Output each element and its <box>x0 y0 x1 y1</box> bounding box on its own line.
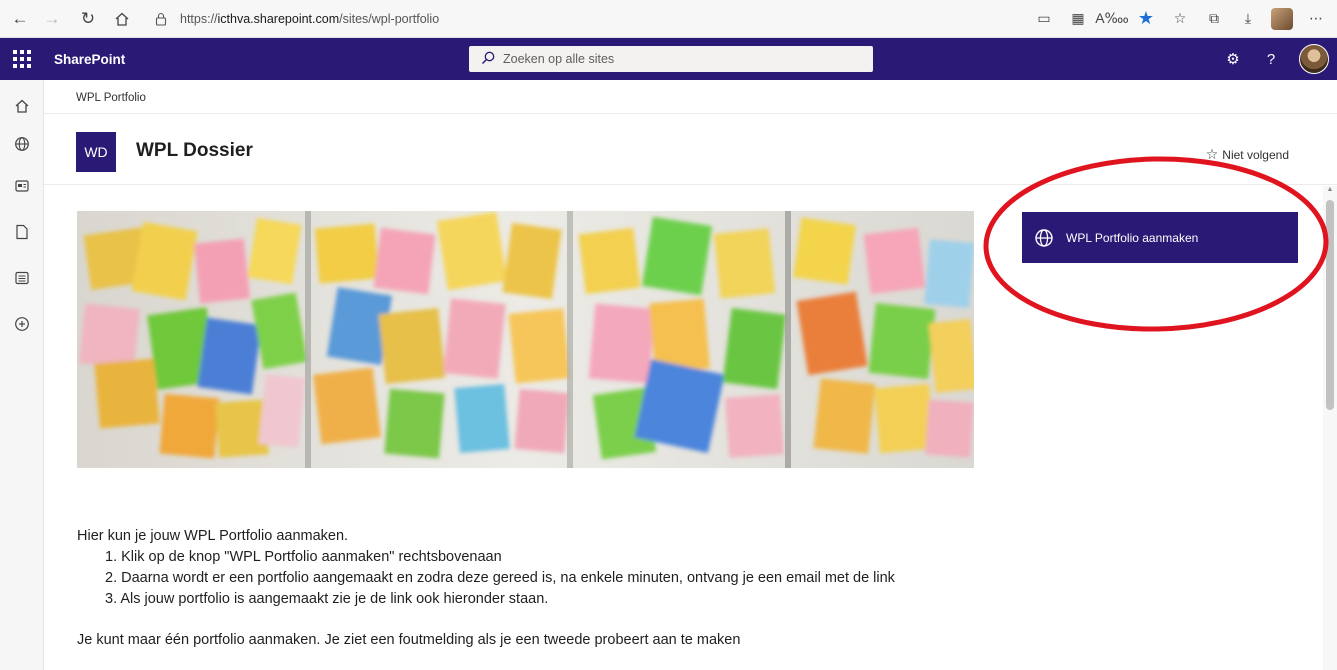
lists-icon[interactable] <box>0 262 44 294</box>
forward-arrow-icon[interactable]: → <box>38 5 66 33</box>
news-icon[interactable] <box>0 170 44 202</box>
lock-icon[interactable] <box>150 8 172 30</box>
hero-image <box>77 211 974 468</box>
steps-list: 1. Klik op de knop "WPL Portfolio aanmak… <box>77 547 1017 610</box>
url-host: icthva.sharepoint.com <box>217 11 340 26</box>
note-text: Je kunt maar één portfolio aanmaken. Je … <box>77 632 741 648</box>
screen-cast-icon[interactable]: ▭ <box>1033 5 1055 33</box>
user-avatar[interactable] <box>1299 44 1329 74</box>
url-text[interactable]: https://icthva.sharepoint.com/sites/wpl-… <box>180 12 439 26</box>
read-aloud-icon[interactable]: A‱ <box>1095 5 1129 33</box>
instructions-text: Hier kun je jouw WPL Portfolio aanmaken.… <box>77 526 1017 651</box>
globe-icon <box>1035 228 1053 247</box>
collections-icon[interactable]: ⧉ <box>1203 5 1225 33</box>
page-title[interactable]: WPL Dossier <box>136 140 253 162</box>
favorite-star-icon[interactable]: ★ <box>1135 5 1157 33</box>
search-icon <box>481 51 495 68</box>
divider <box>44 113 1337 114</box>
search-input[interactable] <box>503 52 843 66</box>
create-plus-icon[interactable] <box>0 308 44 340</box>
list-item: 3. Als jouw portfolio is aangemaakt zie … <box>105 591 549 607</box>
help-icon[interactable]: ? <box>1261 51 1281 68</box>
browser-profile-icon[interactable] <box>1271 7 1293 30</box>
site-search-box[interactable] <box>469 46 873 72</box>
create-portfolio-label: WPL Portfolio aanmaken <box>1066 230 1199 245</box>
url-prefix: https:// <box>180 11 218 26</box>
address-bar[interactable]: https://icthva.sharepoint.com/sites/wpl-… <box>150 5 439 33</box>
app-launcher-icon[interactable] <box>0 38 44 80</box>
settings-gear-icon[interactable]: ⚙ <box>1223 50 1243 68</box>
apps-icon[interactable]: ▦ <box>1067 5 1089 33</box>
divider <box>44 184 1337 185</box>
scroll-up-arrow-icon[interactable]: ▲ <box>1326 186 1334 193</box>
home-icon[interactable] <box>108 5 136 33</box>
breadcrumb[interactable]: WPL Portfolio <box>76 92 146 104</box>
follow-label: Niet volgend <box>1222 147 1289 162</box>
sites-globe-icon[interactable] <box>0 128 44 160</box>
more-menu-icon[interactable]: ⋯ <box>1305 5 1327 33</box>
back-arrow-icon[interactable]: ← <box>6 5 34 33</box>
suite-bar: SharePoint ⚙ ? <box>0 38 1337 80</box>
reload-icon[interactable]: ↻ <box>74 5 102 33</box>
files-icon[interactable] <box>0 216 44 248</box>
url-path: /sites/wpl-portfolio <box>339 11 440 26</box>
sharepoint-brand[interactable]: SharePoint <box>54 52 125 67</box>
list-item: 1. Klik op de knop "WPL Portfolio aanmak… <box>105 549 502 565</box>
app-bar <box>0 80 44 670</box>
download-icon[interactable]: ⤓ <box>1237 5 1259 33</box>
list-item: 2. Daarna wordt er een portfolio aangema… <box>105 570 895 586</box>
browser-toolbar: ← → ↻ https://icthva.sharepoint.com/site… <box>0 0 1337 38</box>
favorites-list-icon[interactable]: ☆ <box>1169 5 1191 33</box>
create-portfolio-button[interactable]: WPL Portfolio aanmaken <box>1022 212 1298 263</box>
site-logo[interactable]: WD <box>76 132 116 172</box>
home-icon[interactable] <box>0 90 44 122</box>
star-outline-icon: ☆ <box>1205 146 1219 162</box>
scrollbar-thumb[interactable] <box>1326 200 1334 410</box>
follow-button[interactable]: ☆ Niet volgend <box>1206 146 1289 163</box>
intro-text: Hier kun je jouw WPL Portfolio aanmaken. <box>77 528 349 544</box>
